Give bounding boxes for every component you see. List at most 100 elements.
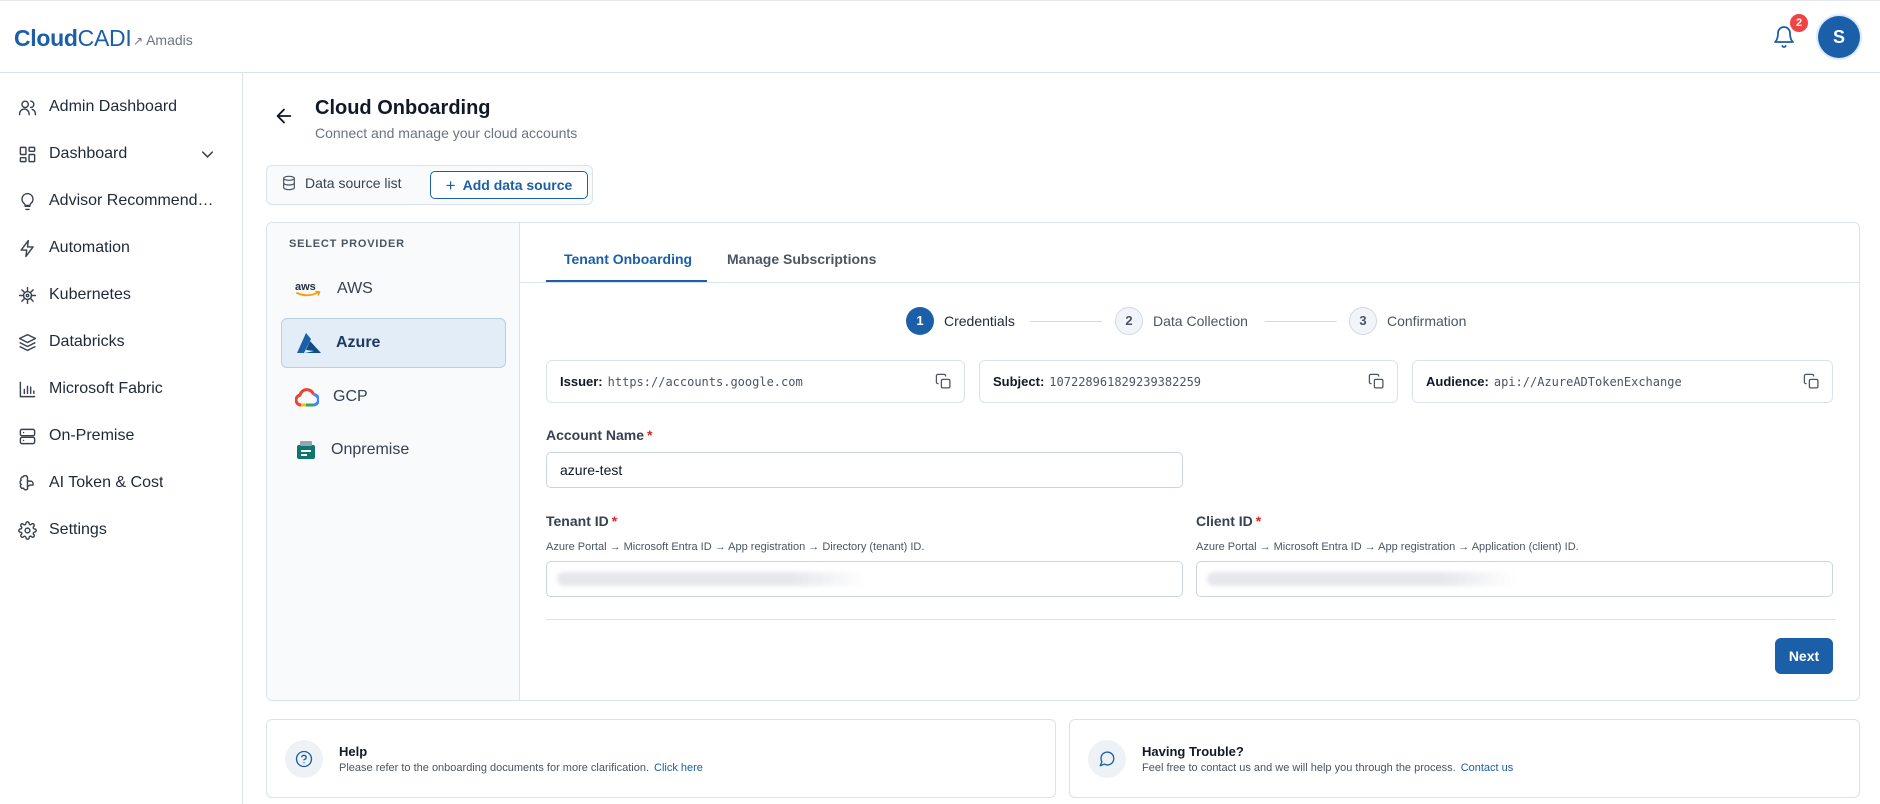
- sidebar-item-databricks[interactable]: Databricks: [0, 322, 242, 362]
- sidebar-item-automation[interactable]: Automation: [0, 228, 242, 268]
- step-credentials: 1 Credentials: [906, 307, 1015, 335]
- account-name-input[interactable]: [546, 452, 1183, 488]
- tab-manage-subscriptions[interactable]: Manage Subscriptions: [727, 251, 876, 267]
- stepper-connector: [1030, 321, 1102, 322]
- provider-aws-label: AWS: [337, 280, 373, 297]
- trouble-title: Having Trouble?: [1142, 744, 1244, 759]
- audience-value: api://AzureADTokenExchange: [1493, 374, 1682, 389]
- add-data-source-button[interactable]: + Add data source: [430, 171, 588, 199]
- svg-text:aws: aws: [295, 281, 316, 293]
- provider-panel: SELECT PROVIDER aws AWS Azure GCP Onprem…: [267, 223, 520, 700]
- sidebar-item-label: Automation: [49, 239, 130, 256]
- dashboard-icon: [19, 146, 36, 162]
- tenant-name: Amadis: [146, 32, 193, 48]
- users-icon: [18, 99, 37, 115]
- add-data-source-label: Add data source: [462, 177, 573, 193]
- sidebar-item-advisor-recommendations[interactable]: Advisor Recommendations: [0, 181, 242, 221]
- copy-icon[interactable]: [1368, 373, 1385, 390]
- question-circle-icon: [295, 750, 313, 768]
- provider-onpremise[interactable]: Onpremise: [281, 425, 506, 475]
- sidebar-item-label: Advisor Recommendations: [49, 192, 219, 209]
- trouble-icon-circle: [1088, 740, 1126, 778]
- subject-value: 107228961829239382259: [1049, 374, 1202, 389]
- subject-key: Subject:: [993, 374, 1045, 389]
- back-arrow-icon[interactable]: [273, 105, 295, 127]
- tabs-divider: [520, 282, 1859, 283]
- sidebar-item-label: Databricks: [49, 333, 125, 350]
- tab-data-source-list[interactable]: Data source list: [281, 175, 401, 191]
- step-data-collection: 2 Data Collection: [1115, 307, 1248, 335]
- provider-azure-label: Azure: [336, 334, 381, 351]
- trouble-card: Having Trouble? Feel free to contact us …: [1069, 719, 1860, 798]
- chevron-down-icon[interactable]: [198, 145, 217, 164]
- redacted-value: [1207, 572, 1517, 586]
- user-avatar[interactable]: S: [1818, 16, 1860, 58]
- sidebar-item-label: AI Token & Cost: [49, 474, 164, 491]
- client-id-help: Azure Portal → Microsoft Entra ID → App …: [1196, 541, 1579, 553]
- redacted-value: [557, 572, 867, 586]
- copy-icon[interactable]: [935, 373, 952, 390]
- help-card: Help Please refer to the onboarding docu…: [266, 719, 1056, 798]
- sidebar-item-label: Settings: [49, 521, 107, 538]
- chat-bubble-icon: [1099, 751, 1115, 767]
- help-icon-circle: [285, 740, 323, 778]
- notification-count-badge: 2: [1790, 14, 1808, 32]
- help-title: Help: [339, 744, 368, 759]
- tab-tenant-onboarding[interactable]: Tenant Onboarding: [564, 251, 692, 267]
- required-mark: *: [647, 427, 653, 443]
- sidebar-item-dashboard[interactable]: Dashboard: [0, 134, 242, 174]
- contact-us-link[interactable]: Contact us: [1461, 762, 1514, 774]
- page-subtitle: Connect and manage your cloud accounts: [315, 125, 578, 141]
- sidebar-item-ai-token-cost[interactable]: AI Token & Cost: [0, 463, 242, 503]
- account-name-label: Account Name *: [546, 427, 653, 443]
- sidebar-item-admin-dashboard[interactable]: Admin Dashboard: [0, 87, 242, 127]
- layers-icon: [18, 333, 37, 351]
- next-button[interactable]: Next: [1775, 638, 1833, 674]
- sidebar-item-label: Dashboard: [49, 145, 128, 162]
- step-confirmation: 3 Confirmation: [1349, 307, 1466, 335]
- datasource-tab-group: Data source list + Add data source: [266, 165, 593, 205]
- tenant-id-help: Azure Portal → Microsoft Entra ID → App …: [546, 541, 925, 553]
- help-link[interactable]: Click here: [654, 762, 703, 774]
- helm-icon: [18, 286, 37, 304]
- sidebar-item-label: Kubernetes: [49, 286, 131, 303]
- client-id-input[interactable]: [1196, 561, 1833, 597]
- app-logo[interactable]: CloudCADI: [14, 25, 132, 52]
- provider-gcp-label: GCP: [333, 388, 368, 405]
- external-arrow-icon: ↗: [133, 34, 144, 48]
- issuer-info: Issuer: https://accounts.google.com: [546, 360, 965, 403]
- step-label: Data Collection: [1153, 313, 1248, 329]
- bar-chart-icon: [19, 381, 36, 397]
- tenant-id-input[interactable]: [546, 561, 1183, 597]
- aws-logo-icon: aws: [295, 281, 321, 297]
- copy-icon[interactable]: [1803, 373, 1820, 390]
- sidebar-item-settings[interactable]: Settings: [0, 510, 242, 550]
- onboarding-card: SELECT PROVIDER aws AWS Azure GCP Onprem…: [266, 222, 1860, 701]
- issuer-value: https://accounts.google.com: [607, 374, 803, 389]
- step-number: 2: [1115, 307, 1143, 335]
- sidebar-item-label: Microsoft Fabric: [49, 380, 163, 397]
- provider-aws[interactable]: aws AWS: [281, 264, 506, 314]
- form-divider: [546, 619, 1836, 620]
- top-bar: CloudCADI ↗ Amadis 2 S: [0, 0, 1880, 73]
- tenant-id-label: Tenant ID *: [546, 513, 618, 529]
- onpremise-logo-icon: [297, 441, 315, 459]
- trouble-text: Feel free to contact us and we will help…: [1142, 762, 1514, 774]
- tenant-switcher[interactable]: ↗ Amadis: [133, 32, 193, 48]
- server-icon: [19, 428, 36, 444]
- issuer-key: Issuer:: [560, 374, 603, 389]
- provider-azure[interactable]: Azure: [281, 318, 506, 368]
- gcp-logo-icon: [295, 388, 319, 407]
- sidebar-item-kubernetes[interactable]: Kubernetes: [0, 275, 242, 315]
- provider-heading: SELECT PROVIDER: [289, 238, 405, 250]
- provider-gcp[interactable]: GCP: [281, 372, 506, 422]
- provider-onpremise-label: Onpremise: [331, 441, 410, 458]
- sidebar-item-on-premise[interactable]: On-Premise: [0, 416, 242, 456]
- audience-info: Audience: api://AzureADTokenExchange: [1412, 360, 1833, 403]
- step-label: Credentials: [944, 313, 1015, 329]
- bolt-icon: [20, 239, 34, 257]
- help-text: Please refer to the onboarding documents…: [339, 762, 703, 774]
- sidebar: Admin Dashboard Dashboard Advisor Recomm…: [0, 73, 243, 804]
- azure-logo-icon: [297, 333, 321, 353]
- sidebar-item-microsoft-fabric[interactable]: Microsoft Fabric: [0, 369, 242, 409]
